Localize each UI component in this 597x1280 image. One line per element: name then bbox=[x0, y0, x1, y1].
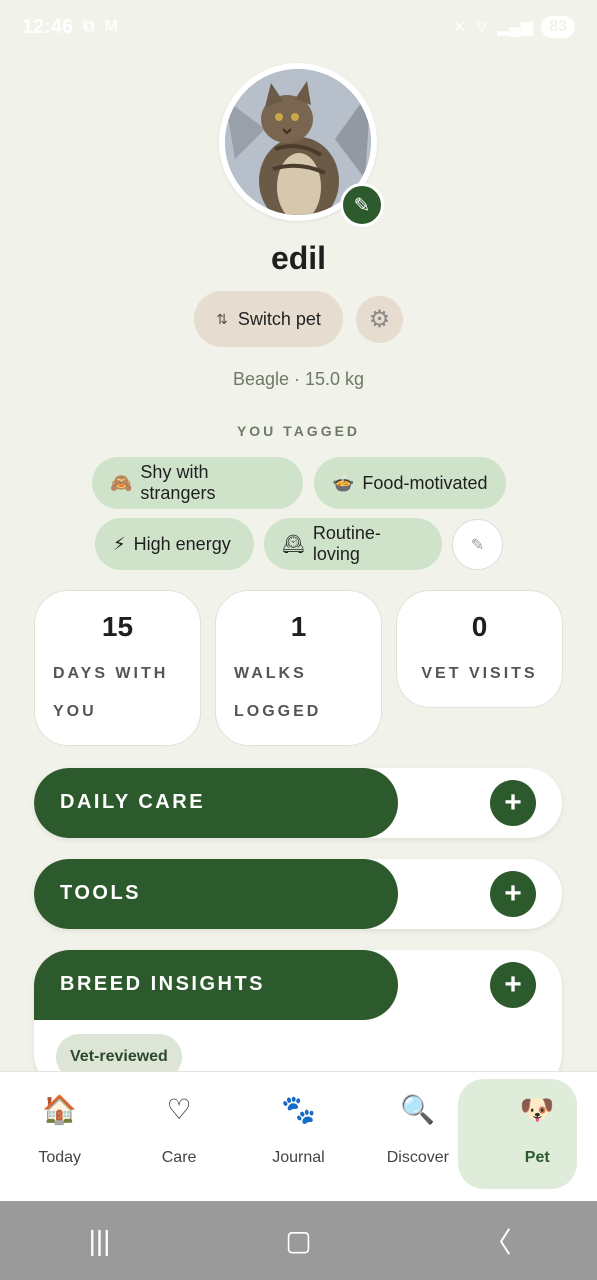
pet-name: edil bbox=[270, 240, 327, 276]
battery-indicator: 83 bbox=[541, 16, 575, 38]
tag-routine-loving[interactable]: 🕰 Routine-loving bbox=[264, 518, 442, 570]
nav-label: Journal bbox=[272, 1149, 325, 1166]
tag-food-motivated[interactable]: 🍲 Food-motivated bbox=[314, 457, 506, 509]
wifi-icon: ⌔ bbox=[474, 19, 490, 36]
tag-label: Shy with strangers bbox=[140, 462, 216, 503]
back-icon[interactable]: 〈 bbox=[458, 1221, 538, 1261]
tag-label: High energy bbox=[133, 533, 231, 554]
section-title: DAILY CARE bbox=[60, 791, 206, 813]
status-time: 12:46 bbox=[22, 15, 74, 38]
lightning-icon: ⚡ bbox=[113, 533, 126, 554]
magnifier-icon: 🔍 bbox=[400, 1093, 436, 1125]
tag-label: Routine-loving bbox=[312, 523, 381, 564]
swap-icon: ⇅ bbox=[216, 310, 228, 327]
nav-item-pet[interactable]: 🐶 Pet bbox=[478, 1071, 597, 1201]
nav-label: Pet bbox=[524, 1149, 550, 1166]
stat-label: WALKS LOGGED bbox=[234, 665, 322, 720]
tools-section[interactable]: TOOLS + bbox=[34, 859, 562, 929]
edit-tags-button[interactable]: ✎ bbox=[452, 519, 503, 570]
switch-pet-button[interactable]: ⇅ Switch pet bbox=[194, 291, 343, 347]
clock-icon: 🕰 bbox=[282, 533, 305, 554]
edit-photo-button[interactable]: ✎ bbox=[340, 183, 384, 227]
bottom-nav-items: 🏠 Today ♡ Care 🐾 Journal 🔍 Discover 🐶 Pe… bbox=[0, 1071, 597, 1201]
breed-insights-section[interactable]: BREED INSIGHTS + Vet-reviewed bbox=[34, 950, 562, 1090]
switch-pet-label: Switch pet bbox=[237, 308, 321, 329]
pencil-icon: ✎ bbox=[353, 194, 371, 217]
bowl-icon: 🍲 bbox=[332, 472, 355, 493]
stat-value: 15 bbox=[101, 611, 134, 642]
nav-item-journal[interactable]: 🐾 Journal bbox=[239, 1071, 358, 1201]
monkey-icon: 🙈 bbox=[110, 472, 133, 493]
tag-shy-with-strangers[interactable]: 🙈 Shy with strangers bbox=[92, 457, 303, 509]
gear-icon: ⚙ bbox=[368, 306, 391, 333]
stat-card-walks: 1 WALKS LOGGED bbox=[215, 590, 382, 746]
nav-label: Care bbox=[161, 1149, 197, 1166]
plus-icon: + bbox=[504, 968, 522, 1001]
tag-high-energy[interactable]: ⚡ High energy bbox=[95, 518, 254, 570]
nav-item-discover[interactable]: 🔍 Discover bbox=[358, 1071, 477, 1201]
tag-label: Food-motivated bbox=[362, 472, 488, 493]
nav-label: Discover bbox=[386, 1149, 449, 1166]
stat-value: 0 bbox=[471, 611, 488, 642]
stat-value: 1 bbox=[290, 611, 307, 642]
dog-icon: 🐶 bbox=[519, 1093, 555, 1125]
signal-icon: ▂▄▆ bbox=[497, 19, 534, 36]
breed-weight: Beagle · 15.0 kg bbox=[232, 369, 365, 389]
you-tagged-heading: YOU TAGGED bbox=[236, 423, 361, 439]
add-tools-button[interactable]: + bbox=[490, 871, 536, 917]
screenshot-icon: ⧉ bbox=[83, 18, 95, 35]
nav-item-today[interactable]: 🏠 Today bbox=[0, 1071, 119, 1201]
status-bar: 12:46 ⧉ M ✕ ⌔ ▂▄▆ 83 bbox=[0, 0, 597, 54]
stat-label: VET VISITS bbox=[421, 665, 538, 682]
mute-icon: ✕ bbox=[452, 19, 467, 36]
section-title: TOOLS bbox=[60, 882, 142, 904]
add-daily-care-button[interactable]: + bbox=[490, 780, 536, 826]
heart-icon: ♡ bbox=[166, 1093, 192, 1125]
stat-card-vet: 0 VET VISITS bbox=[396, 590, 563, 708]
recent-apps-icon[interactable]: ||| bbox=[60, 1225, 140, 1257]
stat-card-days: 15 DAYS WITH YOU bbox=[34, 590, 201, 746]
home-icon[interactable]: ▢ bbox=[259, 1224, 339, 1257]
plus-icon: + bbox=[504, 877, 522, 910]
nav-label: Today bbox=[38, 1149, 82, 1166]
add-breed-insights-button[interactable]: + bbox=[490, 962, 536, 1008]
daily-care-section[interactable]: DAILY CARE + bbox=[34, 768, 562, 838]
gmail-icon: M bbox=[104, 18, 118, 35]
paw-icon: 🐾 bbox=[281, 1093, 316, 1125]
settings-button[interactable]: ⚙ bbox=[356, 296, 403, 343]
system-navigation-bar: ||| ▢ 〈 bbox=[0, 1201, 597, 1280]
plus-icon: + bbox=[504, 786, 522, 819]
stat-label: DAYS WITH YOU bbox=[53, 665, 169, 720]
pencil-icon: ✎ bbox=[470, 536, 485, 554]
nav-item-care[interactable]: ♡ Care bbox=[119, 1071, 238, 1201]
house-icon: 🏠 bbox=[42, 1093, 78, 1125]
section-title: BREED INSIGHTS bbox=[60, 973, 266, 995]
